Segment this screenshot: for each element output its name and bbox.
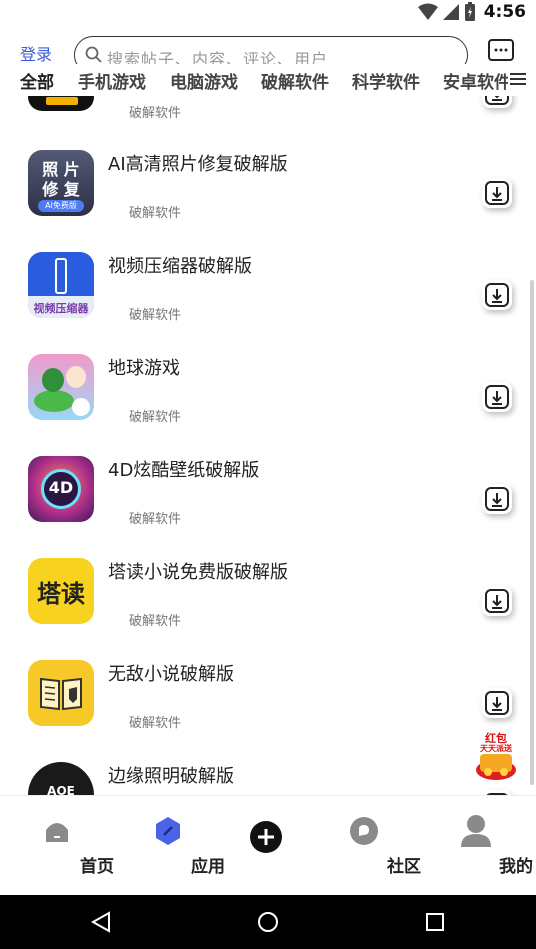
app-title: 无敌小说破解版 xyxy=(108,664,234,685)
app-title: 视频压缩器破解版 xyxy=(108,256,252,277)
app-title: 4D炫酷壁纸破解版 xyxy=(108,460,260,481)
home-icon xyxy=(46,823,68,842)
back-icon[interactable] xyxy=(90,911,112,933)
tab-pc-games[interactable]: 电脑游戏 xyxy=(170,68,238,93)
tab-mobile-games[interactable]: 手机游戏 xyxy=(78,68,146,93)
download-icon xyxy=(485,589,509,613)
nav-community-label: 社区 xyxy=(387,857,421,877)
scrollbar[interactable] xyxy=(530,280,534,785)
icon-badge: AI免费版 xyxy=(38,200,84,212)
download-icon xyxy=(485,487,509,511)
download-icon xyxy=(485,283,509,307)
system-nav-bar xyxy=(0,895,536,949)
download-icon xyxy=(485,181,509,205)
edge-lighting-app-icon: AOE xyxy=(28,762,94,795)
message-icon[interactable] xyxy=(487,38,515,64)
app-category: 破解软件 xyxy=(129,512,182,527)
category-tabs: 全部 手机游戏 电脑游戏 破解软件 科学软件 安卓软件 xyxy=(0,66,536,96)
list-item[interactable]: AOE 边缘照明破解版 xyxy=(0,762,536,795)
app-title: AI高清照片修复破解版 xyxy=(108,154,288,175)
list-item[interactable]: 视频压缩器 视频压缩器破解版 破解软件 xyxy=(0,252,536,354)
tab-android-software[interactable]: 安卓软件 xyxy=(443,68,511,93)
icon-text: 修 复 xyxy=(42,180,80,199)
list-item[interactable]: 塔读 塔读小说免费版破解版 破解软件 xyxy=(0,558,536,660)
app-list: 破解软件 照 片 修 复 AI免费版 AI高清照片修复破解版 破解软件 视频压缩… xyxy=(0,96,536,795)
icon-text: 视频压缩器 xyxy=(33,302,89,315)
app-title: 塔读小说免费版破解版 xyxy=(108,562,288,583)
4d-wallpaper-app-icon: 4D xyxy=(28,456,94,522)
status-bar: 4:56 xyxy=(0,0,536,24)
download-button[interactable] xyxy=(482,382,512,412)
novel-book-app-icon xyxy=(28,660,94,726)
list-item[interactable]: 4D 4D炫酷壁纸破解版 破解软件 xyxy=(0,456,536,558)
tab-all[interactable]: 全部 xyxy=(20,68,54,93)
app-category: 破解软件 xyxy=(129,410,182,425)
tadu-novel-app-icon: 塔读 xyxy=(28,558,94,624)
app-category: 破解软件 xyxy=(129,614,182,629)
download-button[interactable] xyxy=(482,280,512,310)
list-item[interactable]: 破解软件 xyxy=(0,96,536,150)
top-bar: 登录 搜索帖子、内容、评论、用户 xyxy=(0,30,536,64)
nav-profile-label: 我的 xyxy=(499,857,533,877)
battery-icon xyxy=(464,2,475,21)
search-placeholder: 搜索帖子、内容、评论、用户 xyxy=(107,50,329,64)
download-button[interactable] xyxy=(482,178,512,208)
app-category: 破解软件 xyxy=(129,716,182,731)
download-icon xyxy=(485,385,509,409)
download-button[interactable] xyxy=(482,96,512,108)
apps-icon xyxy=(156,817,180,845)
profile-icon xyxy=(461,815,491,847)
app-category: 破解软件 xyxy=(129,206,182,221)
tab-science-software[interactable]: 科学软件 xyxy=(352,68,420,93)
redpacket-badge[interactable]: 红包 天天派送 xyxy=(472,730,520,782)
download-button[interactable] xyxy=(482,586,512,616)
search-input[interactable]: 搜索帖子、内容、评论、用户 xyxy=(74,36,468,64)
bottom-nav: 首页 应用 社区 我的 xyxy=(0,795,536,896)
download-button[interactable] xyxy=(482,484,512,514)
download-button[interactable] xyxy=(482,688,512,718)
earth-game-app-icon xyxy=(28,354,94,420)
icon-text: 4D xyxy=(48,478,74,497)
login-link[interactable]: 登录 xyxy=(20,41,52,64)
redpacket-line2: 天天派送 xyxy=(480,744,512,753)
app-title: 边缘照明破解版 xyxy=(108,766,234,787)
wifi-icon xyxy=(417,3,438,20)
video-compressor-app-icon: 视频压缩器 xyxy=(28,252,94,318)
signal-icon xyxy=(442,4,459,20)
list-item[interactable]: 无敌小说破解版 破解软件 xyxy=(0,660,536,762)
list-item[interactable]: 照 片 修 复 AI免费版 AI高清照片修复破解版 破解软件 xyxy=(0,150,536,252)
app-category: 破解软件 xyxy=(129,106,182,121)
recents-icon[interactable] xyxy=(424,911,446,933)
app-category: 破解软件 xyxy=(129,308,182,323)
status-time: 4:56 xyxy=(483,2,526,22)
list-item[interactable]: 地球游戏 破解软件 xyxy=(0,354,536,456)
icon-text: AOE xyxy=(47,784,75,795)
nav-apps-label: 应用 xyxy=(191,857,225,877)
app-icon-partial xyxy=(28,96,94,111)
tab-menu-icon[interactable] xyxy=(508,69,532,93)
home-circle-icon[interactable] xyxy=(256,910,280,934)
app-title: 地球游戏 xyxy=(108,358,180,379)
search-icon xyxy=(85,46,102,63)
tab-cracked-software[interactable]: 破解软件 xyxy=(261,68,329,93)
photo-repair-app-icon: 照 片 修 复 AI免费版 xyxy=(28,150,94,216)
download-icon xyxy=(485,691,509,715)
add-icon xyxy=(250,821,282,853)
icon-text: 塔读 xyxy=(37,580,85,608)
download-icon xyxy=(485,96,509,105)
nav-home-label: 首页 xyxy=(80,857,114,877)
community-icon xyxy=(350,817,378,845)
